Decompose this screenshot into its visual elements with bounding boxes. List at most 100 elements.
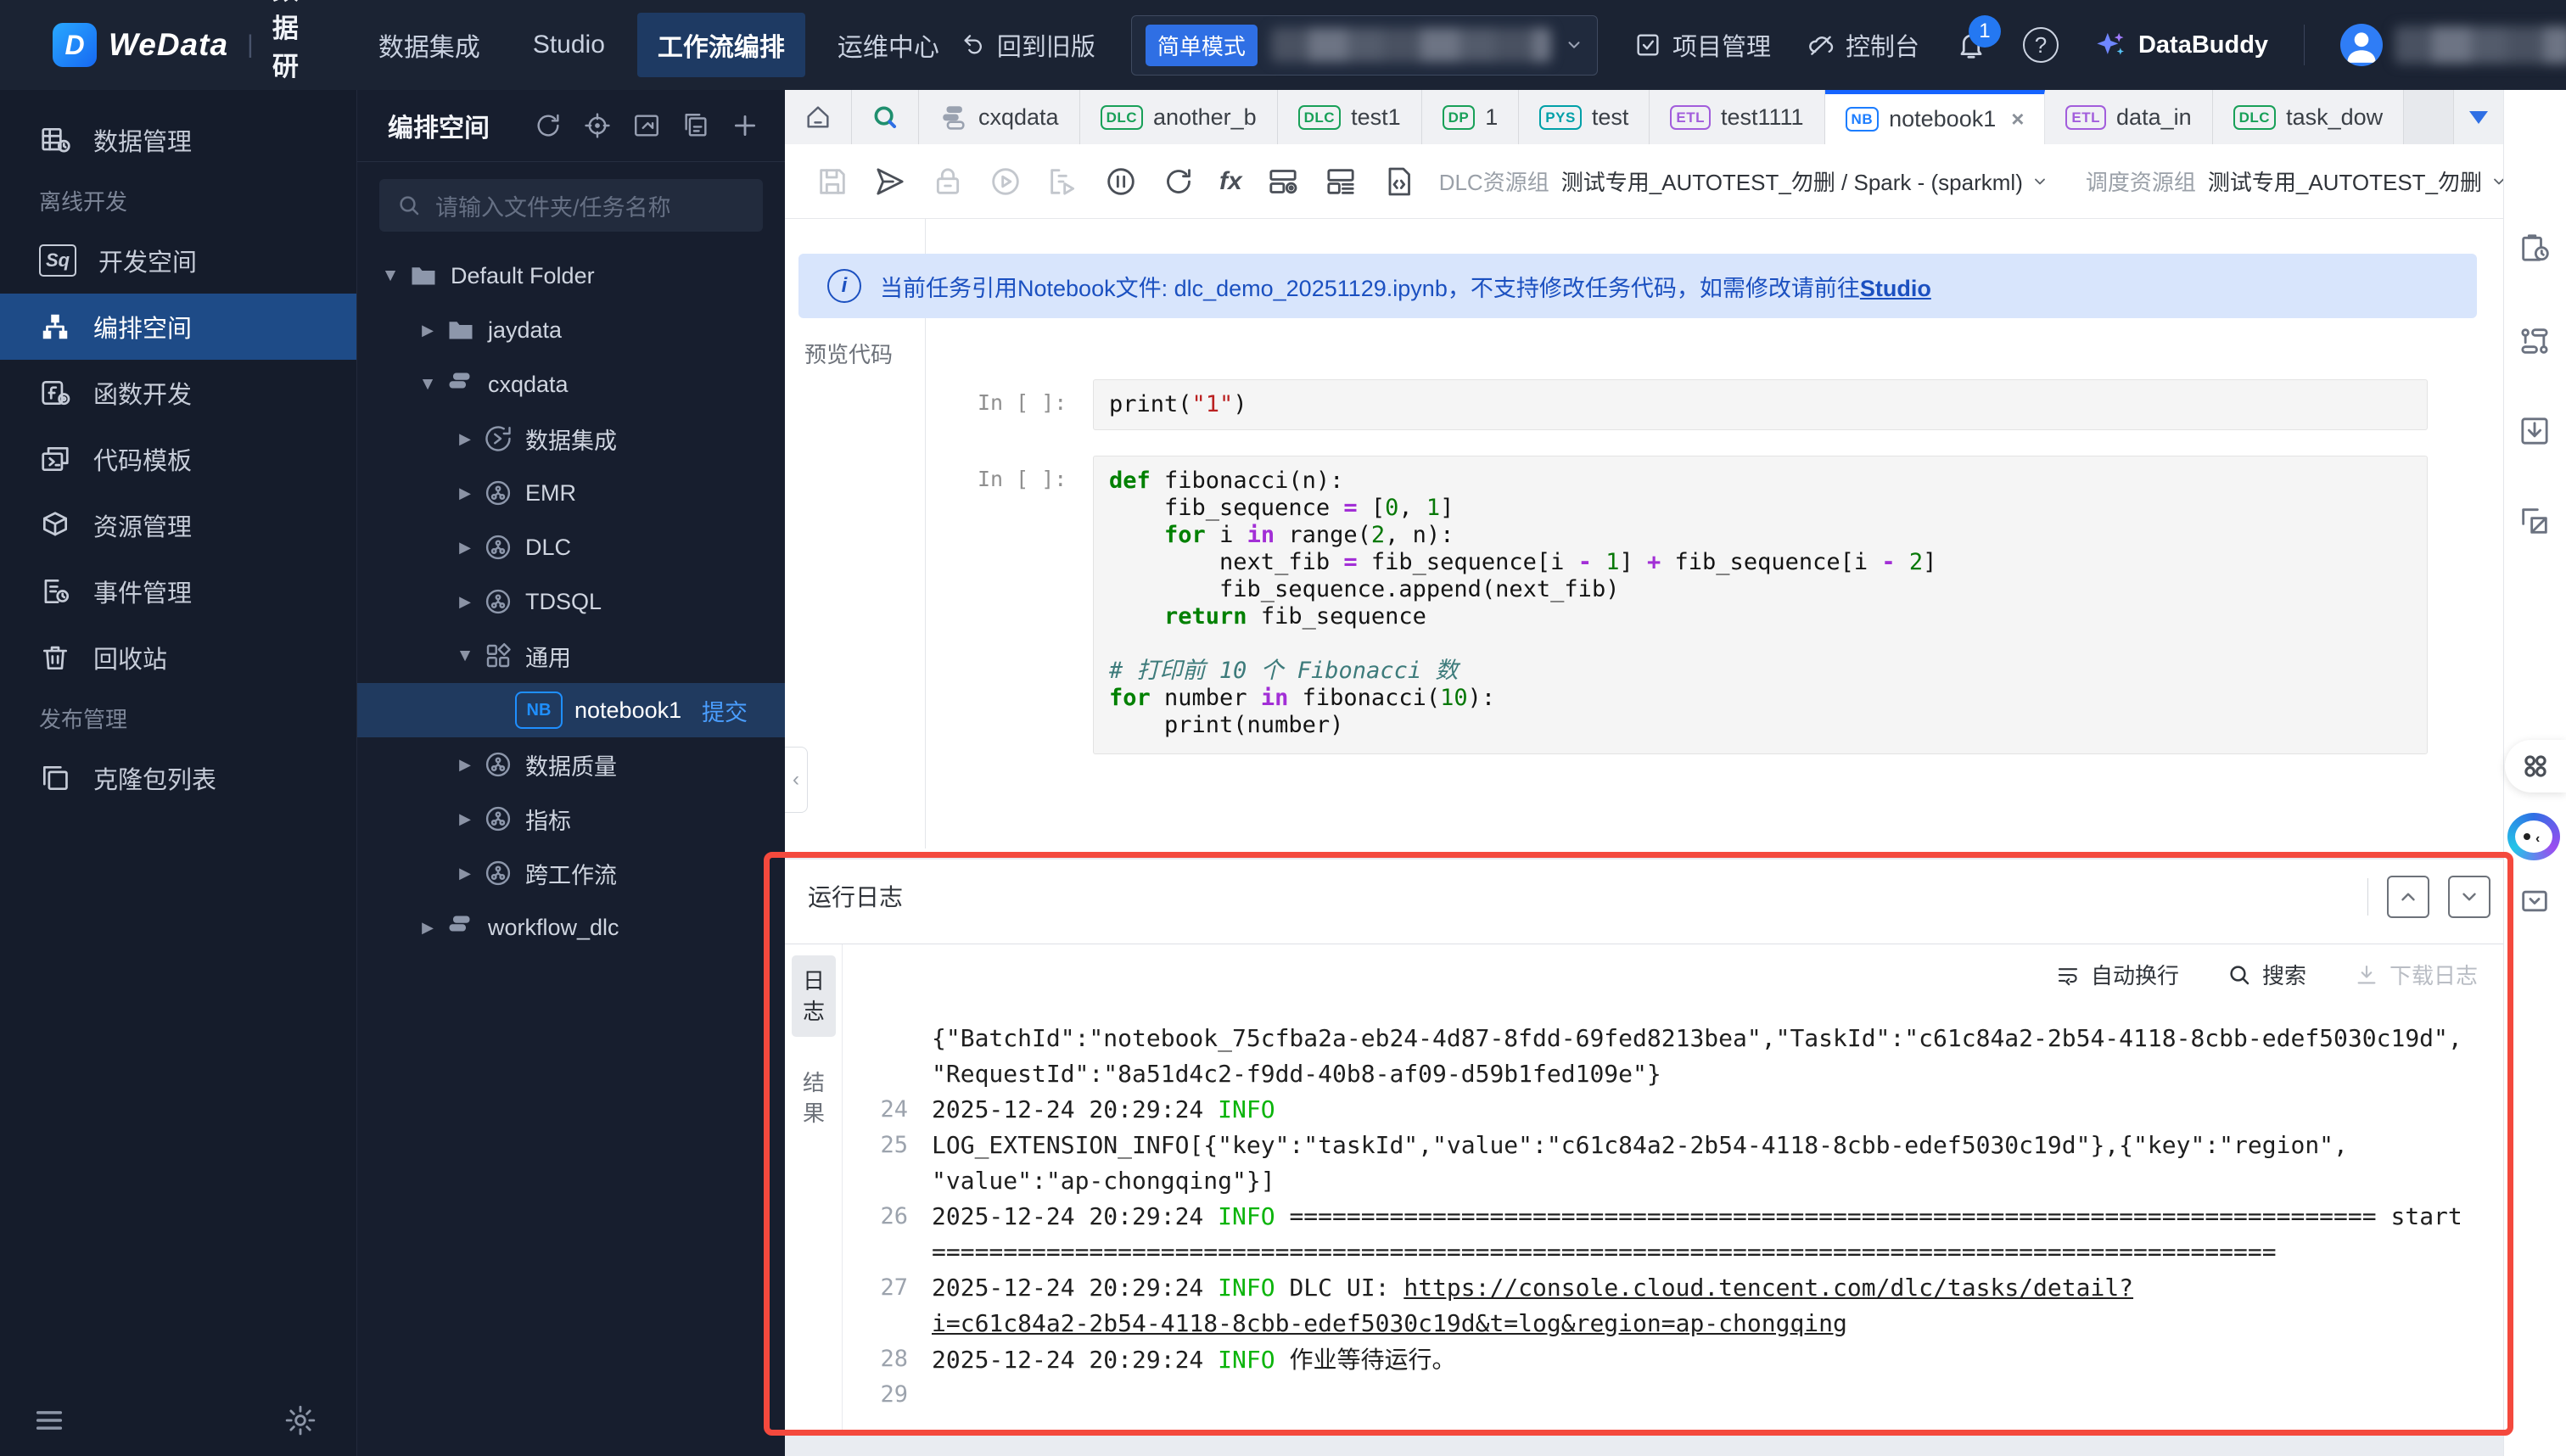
- caret-right-icon[interactable]: ▶: [454, 810, 476, 828]
- auto-wrap-button[interactable]: 自动换行: [2055, 959, 2179, 990]
- settings-gear-icon[interactable]: [283, 1403, 317, 1437]
- tree-node-cxqdata[interactable]: ▼ cxqdata: [357, 357, 785, 412]
- console-link[interactable]: 控制台: [1807, 27, 1919, 63]
- import-box-icon[interactable]: [2518, 414, 2552, 448]
- caret-down-icon[interactable]: ▼: [379, 266, 401, 286]
- submit-icon[interactable]: [873, 165, 907, 199]
- minimize-panel-icon[interactable]: [2518, 884, 2552, 918]
- nav-item-工作流编排[interactable]: 工作流编排: [636, 13, 805, 77]
- caret-right-icon[interactable]: ▶: [454, 593, 476, 611]
- caret-right-icon[interactable]: ▶: [454, 484, 476, 502]
- notebook-cell[interactable]: def fibonacci(n): fib_sequence = [0, 1] …: [1093, 456, 2428, 754]
- tree-node-通用[interactable]: ▼ 通用: [357, 629, 785, 683]
- tree-node-jaydata[interactable]: ▶ jaydata: [357, 303, 785, 357]
- tab-task_dow[interactable]: DLC task_dow: [2212, 90, 2405, 144]
- lineage-icon[interactable]: [2518, 324, 2552, 358]
- log-tab-logs[interactable]: 日志: [792, 955, 836, 1037]
- add-icon[interactable]: [731, 111, 759, 140]
- code-file-icon[interactable]: [1381, 165, 1415, 199]
- scheduler-resource-selector[interactable]: 测试专用_AUTOTEST_勿删: [2208, 165, 2507, 197]
- apps-launcher[interactable]: [2505, 740, 2566, 792]
- tree-search-input[interactable]: 请输入文件夹/任务名称: [379, 179, 763, 232]
- tree-node-TDSQL[interactable]: ▶ TDSQL: [357, 574, 785, 629]
- collapse-sidebar-icon[interactable]: [32, 1403, 66, 1437]
- submit-action-link[interactable]: 提交: [702, 694, 748, 727]
- tree-node-EMR[interactable]: ▶ EMR: [357, 466, 785, 520]
- collapse-tree-handle[interactable]: ‹: [785, 747, 808, 813]
- save-icon[interactable]: [815, 165, 849, 199]
- expand-log-button[interactable]: [2387, 876, 2429, 918]
- caret-right-icon[interactable]: ▶: [454, 430, 476, 448]
- caret-right-icon[interactable]: ▶: [454, 756, 476, 774]
- tab-test[interactable]: PYS test: [1519, 90, 1650, 144]
- batch-edit-icon[interactable]: [681, 111, 710, 140]
- notification-bell[interactable]: 1: [1955, 15, 2001, 61]
- nav-item-数据集成[interactable]: 数据集成: [358, 13, 501, 77]
- sidebar-item-开发空间[interactable]: Sq 开发空间: [0, 227, 356, 294]
- refresh-task-icon[interactable]: [1162, 165, 1196, 199]
- caret-right-icon[interactable]: ▶: [417, 919, 439, 937]
- tab-test1111[interactable]: ETL test1111: [1650, 90, 1825, 144]
- refresh-icon[interactable]: [534, 111, 563, 140]
- tab-data_in[interactable]: ETL data_in: [2045, 90, 2213, 144]
- tab-cxqdata[interactable]: cxqdata: [919, 90, 1080, 144]
- caret-right-icon[interactable]: ▶: [454, 539, 476, 557]
- tree-node-数据集成[interactable]: ▶ 数据集成: [357, 412, 785, 466]
- log-search-button[interactable]: 搜索: [2227, 959, 2306, 990]
- studio-link[interactable]: Studio: [1860, 276, 1931, 301]
- tab-test1[interactable]: DLC test1: [1277, 90, 1422, 144]
- tab-1[interactable]: DP 1: [1421, 90, 1520, 144]
- caret-right-icon[interactable]: ▶: [454, 865, 476, 882]
- caret-right-icon[interactable]: ▶: [417, 322, 439, 339]
- function-fx-icon[interactable]: fx: [1219, 167, 1242, 196]
- tree-node-数据质量[interactable]: ▶ 数据质量: [357, 737, 785, 792]
- tab-searchtab[interactable]: [852, 90, 919, 144]
- stop-icon[interactable]: [1104, 165, 1138, 199]
- sidebar-item-编排空间[interactable]: 编排空间: [0, 294, 356, 360]
- notebook-cell[interactable]: print("1"): [1093, 379, 2428, 430]
- sidebar-item-克隆包列表[interactable]: 克隆包列表: [0, 745, 356, 811]
- wedata-logo[interactable]: D WeData: [53, 23, 228, 67]
- collapse-log-button[interactable]: [2448, 876, 2490, 918]
- tree-node-DLC[interactable]: ▶ DLC: [357, 520, 785, 574]
- locate-icon[interactable]: [583, 111, 612, 140]
- resource-config-icon[interactable]: [1266, 165, 1300, 199]
- tree-node-Default Folder[interactable]: ▼ Default Folder: [357, 249, 785, 303]
- project-mode-selector[interactable]: 简单模式: [1130, 14, 1598, 76]
- sidebar-item-代码模板[interactable]: 代码模板: [0, 426, 356, 492]
- log-tab-results[interactable]: 结果: [792, 1057, 836, 1139]
- close-tab-icon[interactable]: ×: [2011, 106, 2024, 132]
- log-content[interactable]: {"BatchId":"notebook_75cfba2a-eb24-4d87-…: [857, 1020, 2490, 1412]
- databuddy-assistant-button[interactable]: ‹: [2507, 813, 2560, 860]
- panel-view-icon[interactable]: [632, 111, 661, 140]
- caret-down-icon[interactable]: ▼: [417, 374, 439, 395]
- run-icon[interactable]: [989, 165, 1022, 199]
- tree-node-workflow_dlc[interactable]: ▶ workflow_dlc: [357, 900, 785, 955]
- log-link[interactable]: https://console.cloud.tencent.com/dlc/ta…: [1403, 1274, 2133, 1302]
- caret-down-icon[interactable]: ▼: [454, 646, 476, 666]
- sidebar-item-回收站[interactable]: 回收站: [0, 624, 356, 691]
- compare-versions-icon[interactable]: [2518, 504, 2552, 538]
- databuddy-button[interactable]: DataBuddy: [2094, 28, 2268, 62]
- tree-node-指标[interactable]: ▶ 指标: [357, 792, 785, 846]
- tab-notebook1[interactable]: NB notebook1 ×: [1824, 90, 2046, 144]
- tab-another_b[interactable]: DLC another_b: [1079, 90, 1278, 144]
- tab-home[interactable]: [785, 90, 852, 144]
- tree-node-notebook1[interactable]: NB notebook1 提交: [357, 683, 785, 737]
- tree-node-跨工作流[interactable]: ▶ 跨工作流: [357, 846, 785, 900]
- help-button[interactable]: ?: [2022, 27, 2059, 63]
- project-management-link[interactable]: 项目管理: [1633, 27, 1771, 63]
- nav-item-运维中心[interactable]: 运维中心: [817, 13, 960, 77]
- user-account[interactable]: [2340, 24, 2566, 66]
- run-to-icon[interactable]: [1046, 165, 1080, 199]
- dlc-resource-selector[interactable]: 测试专用_AUTOTEST_勿删 / Spark - (sparkml): [1561, 165, 2048, 197]
- sidebar-item-函数开发[interactable]: 函数开发: [0, 360, 356, 426]
- task-properties-icon[interactable]: [2518, 231, 2552, 265]
- sidebar-item-事件管理[interactable]: 事件管理: [0, 558, 356, 624]
- nav-item-Studio[interactable]: Studio: [513, 17, 625, 73]
- sidebar-item-资源管理[interactable]: 资源管理: [0, 492, 356, 558]
- lock-icon[interactable]: [931, 165, 965, 199]
- download-log-button[interactable]: 下载日志: [2354, 959, 2478, 990]
- log-link[interactable]: i=c61c84a2-2b54-4118-8cbb-edef5030c19d&t…: [932, 1309, 1847, 1337]
- back-to-old-version-button[interactable]: 回到旧版: [960, 27, 1095, 63]
